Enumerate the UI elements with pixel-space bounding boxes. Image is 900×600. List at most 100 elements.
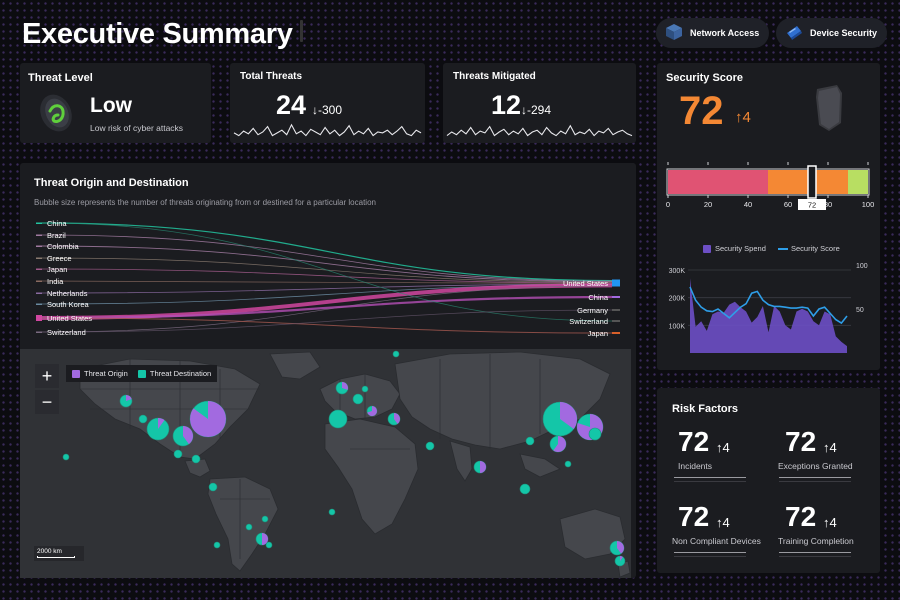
map-threat-bubble[interactable] (361, 385, 369, 393)
gauge-tick-label: 40 (744, 200, 752, 209)
gauge-tick-label: 100 (862, 200, 875, 209)
map-threat-bubble[interactable] (62, 453, 70, 461)
map-threat-bubble[interactable] (335, 381, 349, 395)
total-threats-value: 24 (276, 90, 307, 120)
risk-exceptions-underline-2 (779, 481, 851, 482)
map-threat-bubble[interactable] (189, 400, 227, 438)
map-threat-bubble[interactable] (549, 435, 567, 453)
map-threat-bubble[interactable] (542, 401, 578, 437)
threats-mitigated-sparkline (446, 124, 633, 137)
score-legend-line (777, 248, 788, 251)
risk-incidents-underline-2 (674, 481, 746, 482)
sankey-origin-label: India (47, 277, 64, 286)
map-scale: 2000 km (34, 546, 84, 561)
sankey-flow (41, 234, 613, 282)
map-threat-bubble[interactable] (138, 414, 148, 424)
map-threat-bubble[interactable] (564, 460, 572, 468)
map-threat-bubble[interactable] (387, 412, 401, 426)
world-map[interactable]: + − Threat Origin Threat Destination 200… (20, 349, 631, 578)
threat-level-value: Low (90, 94, 132, 117)
security-score-value: 72 (679, 89, 724, 133)
map-threat-bubble[interactable] (172, 425, 194, 447)
zoom-in-button[interactable]: + (35, 364, 59, 388)
sankey-destination-label: Switzerland (569, 317, 608, 326)
network-access-label: Network Access (690, 28, 760, 38)
threat-level-title: Threat Level (28, 72, 93, 84)
security-score-title: Security Score (666, 72, 744, 84)
map-threat-bubble[interactable] (588, 427, 602, 441)
risk-exceptions-delta: ↑4 (823, 440, 837, 455)
map-threat-bubble[interactable] (265, 541, 273, 549)
score-axis-label: 100 (856, 263, 868, 270)
sankey-origin-label: United States (47, 314, 92, 323)
risk-exceptions-underline (779, 477, 851, 478)
map-threat-bubble[interactable] (261, 515, 269, 523)
risk-training-underline-2 (779, 556, 851, 557)
sankey-origin-node (36, 331, 42, 333)
threats-mitigated-delta: ↓-294 (521, 103, 552, 117)
sankey-origin-label: China (47, 219, 67, 228)
gauge-band (848, 170, 868, 194)
map-threat-bubble[interactable] (609, 540, 625, 556)
sankey-origin-node (36, 234, 42, 236)
risk-exceptions-value: 72 (785, 426, 817, 457)
map-threat-bubble[interactable] (119, 394, 133, 408)
score-axis-label: 50 (856, 307, 864, 314)
sankey-origin-label: Colombia (47, 242, 80, 251)
sankey-origin-label: Netherlands (47, 289, 88, 298)
gauge-band (668, 170, 768, 194)
map-threat-bubble[interactable] (245, 523, 253, 531)
threat-origin-subtitle: Bubble size represents the number of thr… (34, 198, 376, 207)
threat-level-card: Threat Level Low Low risk of cyber attac… (20, 63, 211, 143)
spend-axis-label: 200K (669, 296, 686, 303)
sankey-origin-node (36, 257, 42, 259)
spend-axis-label: 300K (669, 268, 686, 275)
map-threat-bubble[interactable] (328, 409, 348, 429)
sankey-destination-node (612, 332, 620, 334)
map-landmass (449, 440, 473, 482)
shield-shape-icon (813, 83, 845, 138)
sankey-origin-node (36, 280, 42, 282)
sankey-origin-node (36, 303, 42, 305)
total-threats-card: Total Threats 24 ↓-300 (230, 63, 425, 143)
risk-incidents-label: Incidents (678, 461, 713, 471)
zoom-out-button[interactable]: − (35, 390, 59, 414)
device-security-label: Device Security (810, 28, 878, 38)
sankey-origin-node (36, 315, 42, 321)
map-threat-bubble[interactable] (519, 483, 531, 495)
risk-noncompliant-underline (674, 552, 746, 553)
spend-legend-label: Security Spend (715, 244, 766, 253)
device-security-button[interactable]: Device Security (776, 18, 888, 48)
map-threat-bubble[interactable] (255, 532, 269, 546)
sankey-destination-label: China (588, 293, 608, 302)
map-threat-bubble[interactable] (392, 350, 400, 358)
map-threat-bubble[interactable] (213, 541, 221, 549)
sankey-origin-label: Switzerland (47, 328, 86, 337)
map-threat-bubble[interactable] (366, 405, 378, 417)
risk-noncompliant-delta: ↑4 (716, 515, 730, 530)
map-threat-bubble[interactable] (173, 449, 183, 459)
sankey-origin-label: Japan (47, 265, 67, 274)
sankey-destination-node (612, 309, 620, 311)
map-landmass (269, 351, 321, 380)
map-threat-bubble[interactable] (614, 555, 626, 567)
spend-score-chart: 300K 200K 100K 100 50 (669, 263, 868, 353)
map-threat-bubble[interactable] (352, 393, 364, 405)
map-legend: Threat Origin Threat Destination (66, 365, 218, 383)
map-threat-bubble[interactable] (146, 417, 170, 441)
spend-legend: Security Spend Security Score (703, 244, 840, 254)
sankey-origin-label: Greece (47, 254, 72, 263)
map-threat-bubble[interactable] (473, 460, 487, 474)
map-threat-bubble[interactable] (425, 441, 435, 451)
sankey-flow (41, 268, 613, 284)
map-threat-bubble[interactable] (525, 436, 535, 446)
sparkline-path (446, 124, 633, 137)
map-threat-bubble[interactable] (328, 508, 336, 516)
network-access-button[interactable]: Network Access (656, 18, 770, 48)
gauge-tick-label: 60 (784, 200, 792, 209)
sankey-destination-node (612, 296, 620, 298)
map-landmass (207, 476, 279, 572)
map-threat-bubble[interactable] (191, 454, 201, 464)
map-threat-bubble[interactable] (208, 482, 218, 492)
risk-incidents-delta: ↑4 (716, 440, 730, 455)
